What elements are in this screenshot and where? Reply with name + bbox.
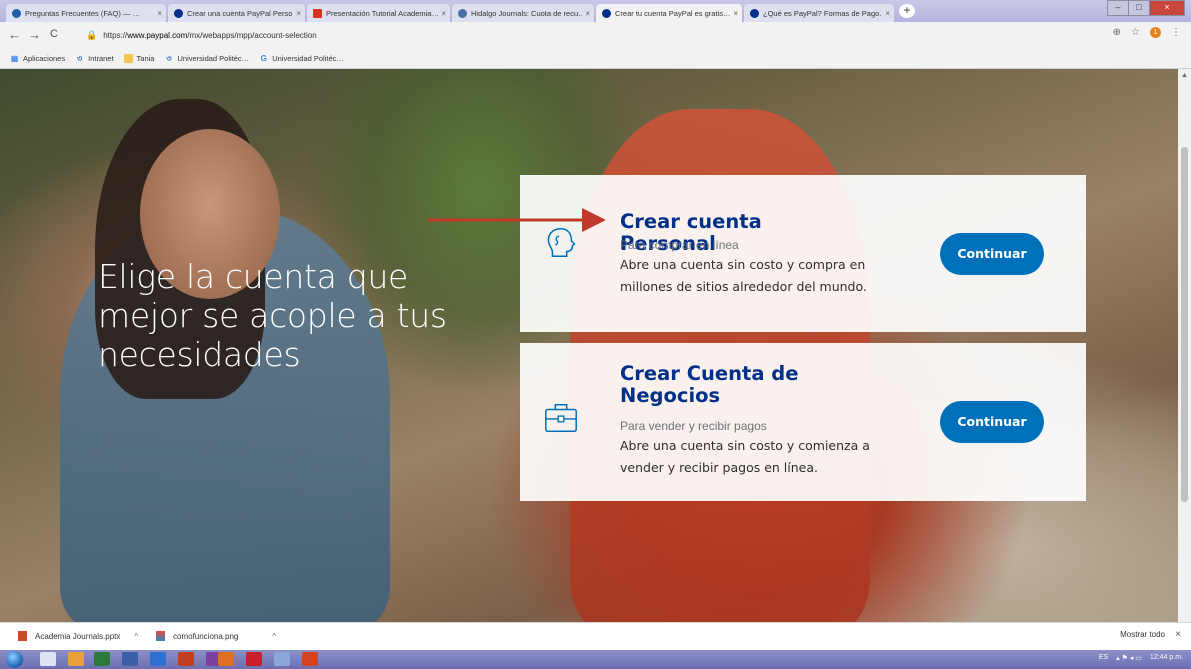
scrollbar-thumb[interactable] [1181, 147, 1188, 502]
taskbar-chrome-icon[interactable] [68, 652, 84, 666]
address-bar[interactable]: 🔒 https:// www.paypal.com /mx/webapps/mp… [86, 26, 1081, 44]
gmail-favicon-icon [313, 8, 322, 18]
apps-icon: ▦ [10, 53, 19, 63]
minimize-button[interactable]: – [1107, 0, 1129, 16]
bookmark-label: Universidad Politéc… [272, 53, 344, 63]
bookmark-label: Intranet [88, 53, 114, 63]
download-name: comofunciona.png [173, 631, 239, 641]
browser-tab-active[interactable]: Crear tu cuenta PayPal es gratis… × [596, 4, 742, 22]
browser-tab[interactable]: Hidalgo Journals: Cuota de recu… × [452, 4, 594, 22]
taskbar-acrobat-icon[interactable] [246, 652, 262, 666]
tab-favicon-icon [602, 8, 611, 18]
bookmark-item[interactable]: Tania [123, 53, 155, 63]
url-path: /mx/webapps/mpp/account-selection [187, 30, 317, 40]
new-tab-button[interactable]: + [899, 4, 915, 18]
bookmark-item[interactable]: ▦ Aplicaciones [10, 54, 65, 63]
bookmark-label: Universidad Politéc… [177, 53, 250, 63]
tab-close-icon[interactable]: × [441, 9, 446, 18]
start-button-icon[interactable] [6, 651, 23, 668]
show-all-downloads-button[interactable]: Mostrar todo [1120, 630, 1165, 639]
browser-toolbar: ← → C 🔒 https:// www.paypal.com /mx/weba… [0, 22, 1191, 48]
tab-close-icon[interactable]: × [296, 9, 301, 18]
bookmark-google-icon: G [260, 53, 267, 63]
tab-title: Presentación Tutorial Academia… [326, 8, 439, 18]
back-arrow-icon[interactable]: ← [8, 27, 21, 42]
bookmark-item[interactable]: G Universidad Politéc… [259, 54, 344, 63]
bookmarks-bar: ▦ Aplicaciones ৩ Intranet Tania ৩ Univer… [0, 48, 1191, 69]
taskbar-powerpoint-icon[interactable] [302, 652, 318, 666]
chevron-up-icon[interactable]: ^ [272, 632, 276, 641]
tab-title: Crear una cuenta PayPal Person… [187, 8, 294, 18]
extension-badge-icon[interactable]: 1 [1150, 27, 1161, 38]
tray-icons[interactable]: ▴ ⚑ ◂ ▭ [1116, 654, 1142, 662]
window-close-button[interactable]: × [1149, 0, 1185, 16]
tab-close-icon[interactable]: × [157, 9, 162, 18]
download-name: Academia Journals.pptx [35, 631, 121, 641]
lock-icon: 🔒 [86, 29, 98, 40]
bookmark-logo-icon: ৩ [166, 53, 172, 63]
download-item[interactable]: comofunciona.png ^ [156, 631, 276, 641]
browser-tab[interactable]: Crear una cuenta PayPal Person… × [168, 4, 305, 22]
windows-taskbar: ES ▴ ⚑ ◂ ▭ 12:44 p.m. [0, 650, 1191, 669]
system-tray: ES ▴ ⚑ ◂ ▭ 12:44 p.m. [1099, 654, 1183, 662]
language-indicator[interactable]: ES [1099, 654, 1108, 662]
bookmark-item[interactable]: ৩ Intranet [75, 53, 114, 63]
zoom-icon[interactable]: ⊕ [1113, 27, 1121, 38]
taskbar-outlook-icon[interactable] [150, 652, 166, 666]
tab-close-icon[interactable]: × [885, 9, 890, 18]
tab-title: Crear tu cuenta PayPal es gratis… [615, 8, 731, 18]
tab-title: Hidalgo Journals: Cuota de recu… [471, 8, 583, 18]
bookmark-label: Tania [136, 53, 155, 63]
taskbar-powerpoint-icon[interactable] [178, 652, 194, 666]
downloads-bar: Academia Journals.pptx ^ comofunciona.pn… [0, 622, 1191, 651]
forward-arrow-icon[interactable]: → [28, 27, 41, 42]
toolbar-icons: ⊕ ☆ 1 ⋮ [1113, 27, 1181, 38]
browser-tab[interactable]: Presentación Tutorial Academia… × [307, 4, 450, 22]
browser-tab-strip: Preguntas Frecuentes (FAQ) — … × Crear u… [0, 0, 1191, 22]
taskbar-excel-icon[interactable] [94, 652, 110, 666]
taskbar-app-icon[interactable] [122, 652, 138, 666]
clock[interactable]: 12:44 p.m. [1150, 654, 1183, 662]
bookmark-star-icon[interactable]: ☆ [1131, 27, 1140, 38]
folder-icon [123, 53, 133, 63]
maximize-button[interactable]: □ [1128, 0, 1150, 16]
url-prefix: https:// [103, 30, 128, 40]
browser-tab[interactable]: ¿Qué es PayPal? Formas de Pago… × [744, 4, 894, 22]
taskbar-firefox-icon[interactable] [218, 652, 234, 666]
tab-close-icon[interactable]: × [733, 9, 738, 18]
tab-favicon-icon [12, 8, 21, 18]
tab-close-icon[interactable]: × [585, 9, 590, 18]
bookmark-label: Aplicaciones [23, 53, 66, 63]
window-controls: – □ × [1107, 0, 1185, 16]
download-item[interactable]: Academia Journals.pptx ^ [18, 631, 138, 641]
reload-icon[interactable]: C [50, 28, 58, 40]
chevron-up-icon[interactable]: ^ [134, 632, 138, 641]
taskbar-app-icon[interactable] [40, 652, 56, 666]
tab-favicon-icon [750, 8, 759, 18]
image-file-icon [156, 631, 165, 641]
taskbar-app-icon[interactable] [274, 652, 290, 666]
tab-favicon-icon [458, 8, 467, 18]
url-host: www.paypal.com [127, 30, 188, 40]
annotation-arrow-icon [428, 208, 606, 232]
paypal-account-selection-page: Elige la cuenta que mejor se acople a tu… [0, 69, 1178, 622]
browser-menu-icon[interactable]: ⋮ [1171, 27, 1181, 38]
page-scrollbar[interactable]: ▲ [1178, 69, 1191, 622]
tab-title: ¿Qué es PayPal? Formas de Pago… [763, 8, 883, 18]
tab-title: Preguntas Frecuentes (FAQ) — … [25, 8, 141, 18]
bookmark-logo-icon: ৩ [77, 53, 83, 63]
scroll-up-icon[interactable]: ▲ [1181, 72, 1188, 79]
powerpoint-file-icon [18, 631, 27, 641]
bookmark-item[interactable]: ৩ Universidad Politéc… [164, 54, 249, 63]
close-downloads-icon[interactable]: × [1175, 629, 1181, 640]
tab-favicon-icon [174, 8, 183, 18]
browser-tab[interactable]: Preguntas Frecuentes (FAQ) — … × [6, 4, 166, 22]
